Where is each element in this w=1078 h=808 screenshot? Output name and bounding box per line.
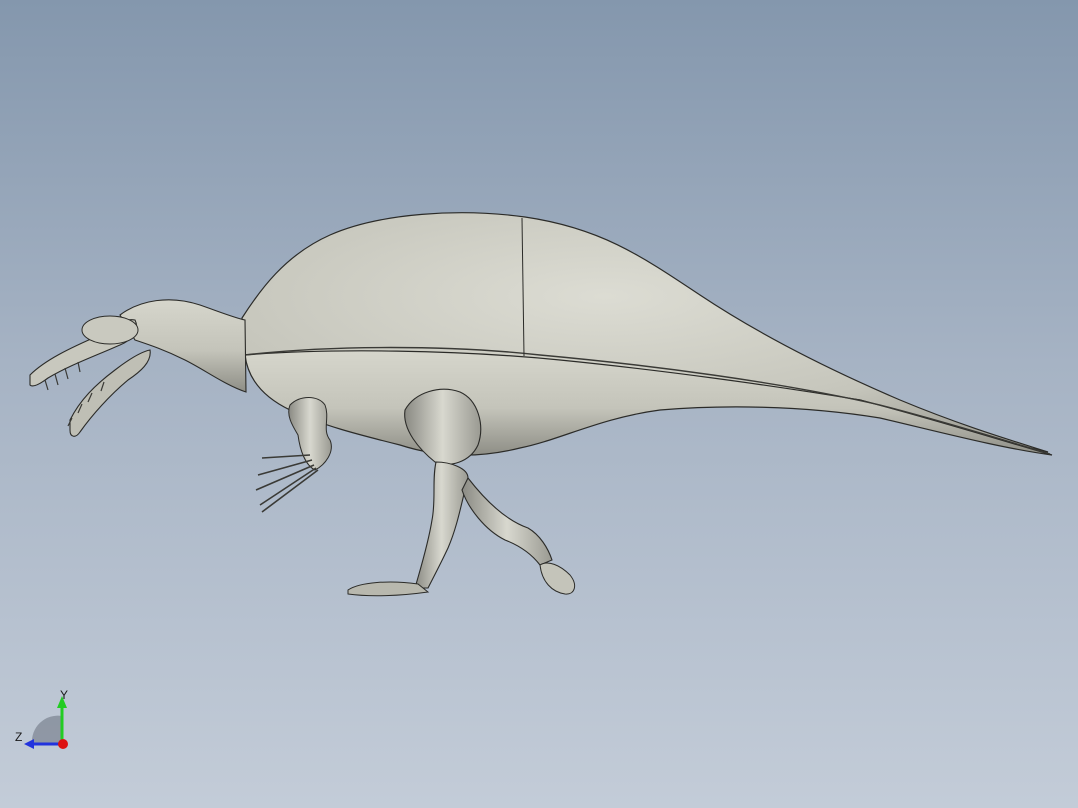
graphics-viewport[interactable]: Y Z <box>0 0 1078 808</box>
back-shin <box>461 476 553 566</box>
neck <box>119 299 247 393</box>
axis-y-label: Y <box>60 688 69 702</box>
back-foot <box>539 562 576 595</box>
front-foot <box>347 581 430 597</box>
shin <box>414 461 469 589</box>
view-orientation-triad[interactable]: Y Z <box>10 684 80 754</box>
spinosaurus-3d-model[interactable] <box>0 0 1078 808</box>
thigh <box>404 388 482 465</box>
front-arm <box>288 397 332 471</box>
axis-z-label: Z <box>15 730 23 744</box>
skull <box>81 315 139 345</box>
lower-jaw <box>69 349 151 437</box>
